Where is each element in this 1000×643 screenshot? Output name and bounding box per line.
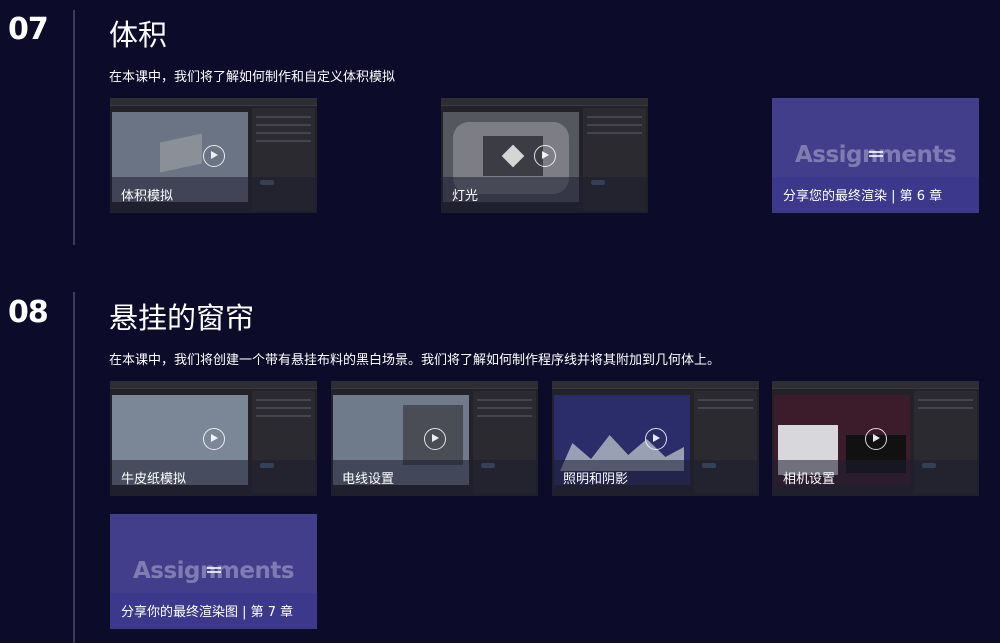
play-circle-icon[interactable] xyxy=(202,427,225,450)
list-icon xyxy=(206,567,221,577)
assignment-card-chapter-7[interactable]: Assignments 分享你的最终渲染图 | 第 7 章 xyxy=(110,514,317,629)
section-number: 07 xyxy=(8,12,49,47)
section-title: 悬挂的窗帘 xyxy=(109,301,255,335)
play-circle-icon[interactable] xyxy=(423,427,446,450)
play-circle-icon[interactable] xyxy=(202,144,225,167)
assignment-card-label: 分享您的最终渲染 | 第 6 章 xyxy=(783,189,943,204)
section-title: 体积 xyxy=(109,18,168,52)
lesson-card-label: 照明和阴影 xyxy=(563,472,629,487)
lesson-card-wire-setup[interactable]: 电线设置 xyxy=(331,381,538,496)
list-icon xyxy=(868,151,883,161)
lesson-card-lighting-shadows[interactable]: 照明和阴影 xyxy=(552,381,759,496)
section-description: 在本课中，我们将创建一个带有悬挂布料的黑白场景。我们将了解如何制作程序线并将其附… xyxy=(109,353,721,368)
section-description: 在本课中，我们将了解如何制作和自定义体积模拟 xyxy=(109,70,396,85)
assignment-card-label: 分享你的最终渲染图 | 第 7 章 xyxy=(121,605,294,620)
lesson-card-lighting[interactable]: 灯光 xyxy=(441,98,648,213)
lesson-card-label: 体积模拟 xyxy=(121,189,174,204)
play-circle-icon[interactable] xyxy=(644,427,667,450)
play-circle-icon[interactable] xyxy=(864,427,887,450)
play-circle-icon[interactable] xyxy=(533,144,556,167)
section-divider xyxy=(73,292,75,643)
lesson-card-label: 灯光 xyxy=(452,189,479,204)
section-divider xyxy=(73,10,75,245)
lesson-card-kraft-paper-sim[interactable]: 牛皮纸模拟 xyxy=(110,381,317,496)
lesson-card-label: 电线设置 xyxy=(342,472,395,487)
lesson-card-volume-sim[interactable]: 体积模拟 xyxy=(110,98,317,213)
lesson-card-label: 相机设置 xyxy=(783,472,836,487)
assignment-card-chapter-6[interactable]: Assignments 分享您的最终渲染 | 第 6 章 xyxy=(772,98,979,213)
section-number: 08 xyxy=(8,295,49,330)
lesson-card-camera-setup[interactable]: 相机设置 xyxy=(772,381,979,496)
lesson-card-label: 牛皮纸模拟 xyxy=(121,472,187,487)
